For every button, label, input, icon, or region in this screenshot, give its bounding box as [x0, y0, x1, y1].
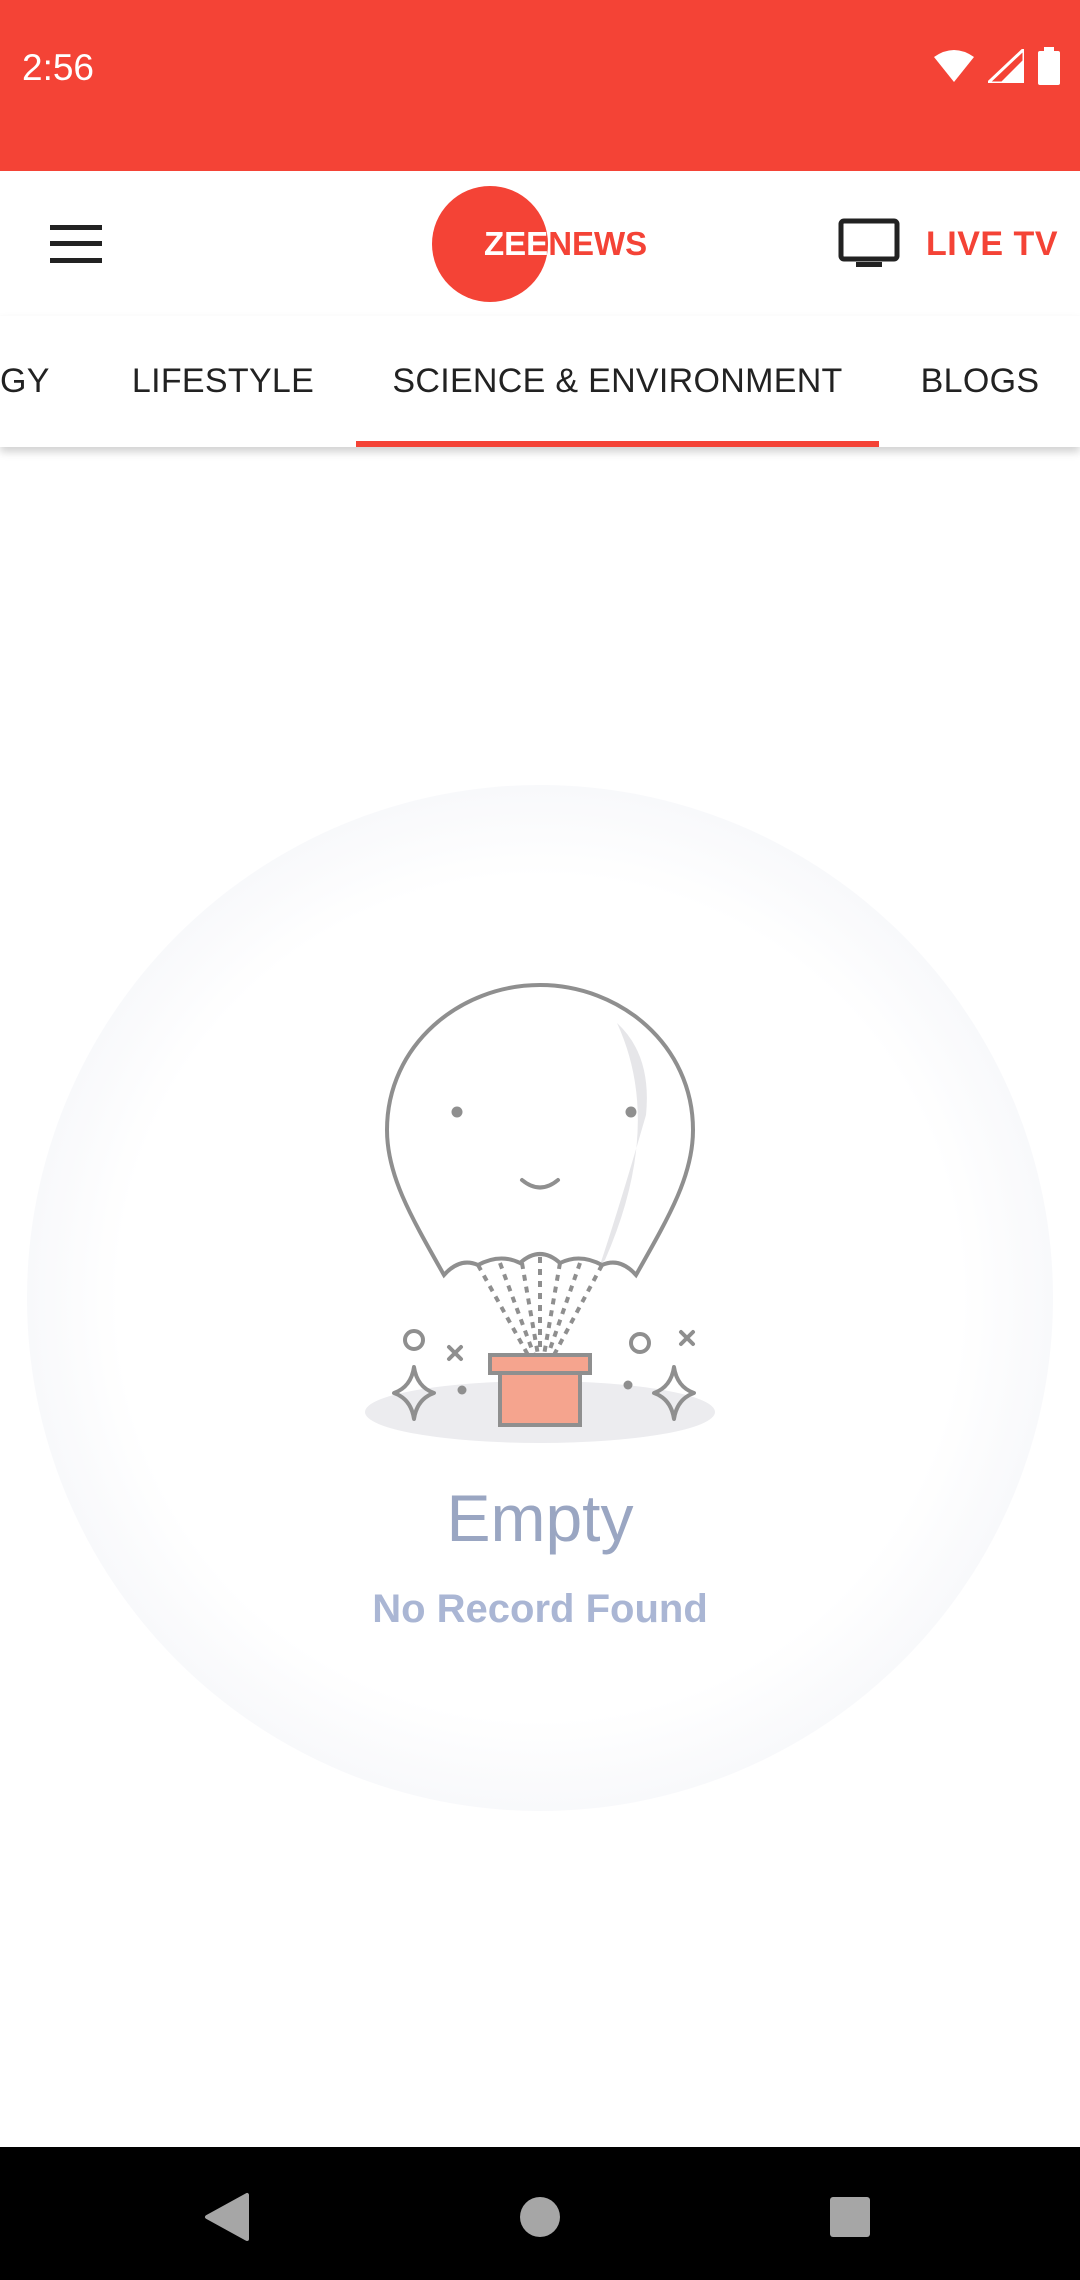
tab-indicator — [356, 441, 879, 447]
live-tv-button[interactable]: LIVE TV — [838, 214, 1058, 274]
live-tv-label: LIVE TV — [926, 224, 1058, 263]
recents-button[interactable] — [810, 2177, 890, 2257]
app-bar: ZEENEWS LIVE TV — [0, 171, 1080, 316]
back-button[interactable] — [186, 2177, 266, 2257]
signal-icon — [984, 45, 1026, 88]
category-tabs: GY LIFESTYLE SCIENCE & ENVIRONMENT BLOGS — [0, 316, 1080, 447]
status-time: 2:56 — [22, 47, 95, 88]
status-bar: 2:56 — [0, 0, 1080, 171]
tab-technology[interactable]: GY — [0, 316, 70, 447]
menu-button[interactable] — [40, 211, 112, 277]
navigation-bar — [0, 2147, 1080, 2280]
wifi-icon — [934, 49, 974, 88]
home-button[interactable] — [500, 2177, 580, 2257]
logo-zee: ZEE — [484, 225, 549, 262]
logo-text: ZEENEWS — [484, 225, 647, 263]
screen: 2:56 ZEENEWS LIVE TV GY LIFESTYLE SCIENC… — [0, 0, 1080, 2280]
zee-news-logo[interactable]: ZEENEWS — [432, 186, 692, 304]
recents-icon — [830, 2197, 870, 2237]
logo-news: NEWS — [548, 225, 648, 262]
tab-science-environment[interactable]: SCIENCE & ENVIRONMENT — [356, 316, 879, 447]
empty-subtitle: No Record Found — [372, 1587, 708, 1631]
status-icons — [934, 45, 1060, 90]
home-icon — [520, 2197, 560, 2237]
tab-blogs[interactable]: BLOGS — [900, 316, 1060, 447]
hamburger-menu-icon — [50, 225, 102, 263]
empty-title: Empty — [446, 1481, 634, 1555]
tab-lifestyle[interactable]: LIFESTYLE — [98, 316, 348, 447]
tv-icon — [838, 218, 900, 267]
empty-balloon-illustration — [365, 982, 715, 1443]
back-icon — [205, 2193, 249, 2241]
battery-icon — [1038, 46, 1060, 90]
